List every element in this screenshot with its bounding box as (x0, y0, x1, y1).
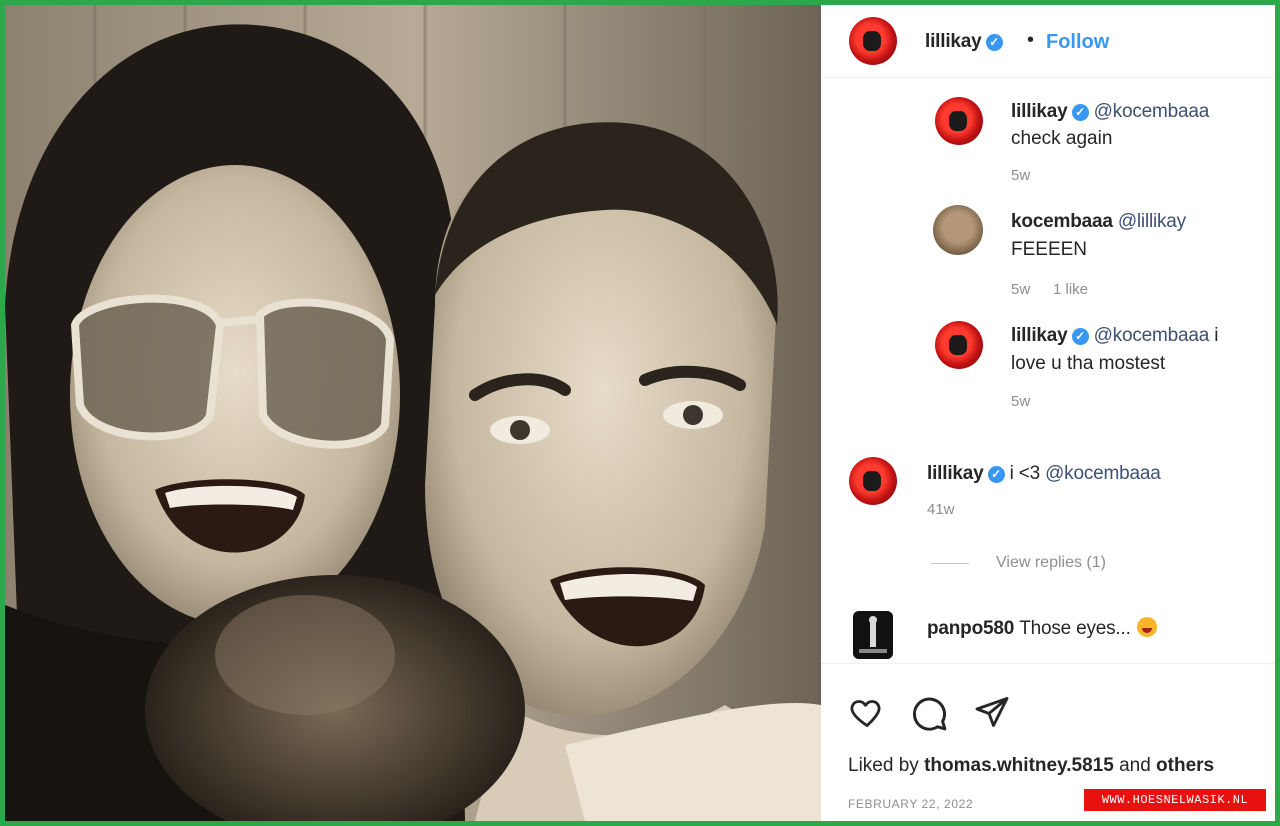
comment-avatar[interactable] (935, 97, 983, 145)
watermark: WWW.HOESNELWASIK.NL (1084, 789, 1266, 811)
comment-icon[interactable] (910, 694, 948, 732)
comment-username[interactable]: lillikay ✓ @kocembaaa i (1011, 325, 1218, 347)
comment-time[interactable]: 5w (1011, 393, 1030, 410)
comment-avatar[interactable] (853, 611, 893, 659)
comment-username[interactable]: kocembaaa @lillikay (1011, 211, 1186, 233)
comment-avatar[interactable] (849, 457, 897, 505)
comments-panel: lillikay ✓ • Follow lillikay ✓ @kocembaaa … (821, 5, 1275, 821)
comment-username[interactable]: lillikay ✓ i <3 @kocembaaa (927, 463, 1161, 485)
header-separator: • (1027, 29, 1035, 51)
comment-text: Those eyes... (1019, 618, 1131, 639)
comment-username[interactable]: lillikay ✓ @kocembaaa (1011, 101, 1209, 123)
verified-badge-icon: ✓ (985, 34, 1003, 51)
header-username[interactable]: lillikay ✓ (925, 31, 1003, 53)
comment-username[interactable]: panpo580 Those eyes... (927, 617, 1157, 640)
comment-mention[interactable]: @kocembaaa (1094, 101, 1210, 122)
comment-time[interactable]: 5w (1011, 167, 1030, 184)
comment-username-text[interactable]: kocembaaa (1011, 211, 1113, 232)
comment-username-text[interactable]: lillikay (927, 463, 984, 484)
heart-eyes-emoji-icon (1136, 617, 1157, 637)
heart-icon[interactable] (848, 694, 886, 730)
verified-badge-icon: ✓ (987, 466, 1005, 483)
comment-likes[interactable]: 1 like (1053, 281, 1088, 298)
comment-text-prefix: i (1214, 325, 1219, 346)
share-icon[interactable] (973, 694, 1011, 730)
comment-text: love u tha mostest (1011, 353, 1166, 374)
comment-username-text[interactable]: lillikay (1011, 101, 1068, 122)
comment-text: FEEEEN (1011, 239, 1088, 260)
likes-summary[interactable]: Liked by thomas.whitney.5815 and others (848, 755, 1214, 777)
comment-time[interactable]: 41w (927, 501, 955, 518)
header-avatar[interactable] (849, 17, 897, 65)
comment-username-text[interactable]: lillikay (1011, 325, 1068, 346)
follow-button[interactable]: Follow (1046, 31, 1109, 54)
post-date[interactable]: FEBRUARY 22, 2022 (848, 797, 973, 811)
likes-prefix: Liked by (848, 755, 919, 776)
comment-text: i <3 (1009, 463, 1041, 484)
header-username-text[interactable]: lillikay (925, 31, 982, 52)
photo-image (5, 5, 821, 821)
post-photo[interactable] (5, 5, 821, 821)
verified-badge-icon: ✓ (1071, 328, 1089, 345)
post-header: lillikay ✓ • Follow (821, 5, 1275, 78)
comment-mention[interactable]: @kocembaaa (1094, 325, 1210, 346)
comment-avatar[interactable] (933, 205, 983, 255)
view-replies-line (931, 563, 969, 564)
likes-user[interactable]: thomas.whitney.5815 (924, 755, 1114, 776)
view-replies-button[interactable]: View replies (1) (996, 554, 1106, 572)
likes-others[interactable]: others (1156, 755, 1214, 776)
verified-badge-icon: ✓ (1071, 104, 1089, 121)
avatar-figure-icon (853, 611, 893, 659)
likes-and: and (1119, 755, 1151, 776)
comment-mention[interactable]: @lillikay (1118, 211, 1186, 232)
comment-username-text[interactable]: panpo580 (927, 618, 1014, 639)
comment-text: check again (1011, 128, 1113, 149)
comment-mention[interactable]: @kocembaaa (1045, 463, 1161, 484)
comment-time[interactable]: 5w (1011, 281, 1030, 298)
comment-avatar[interactable] (935, 321, 983, 369)
